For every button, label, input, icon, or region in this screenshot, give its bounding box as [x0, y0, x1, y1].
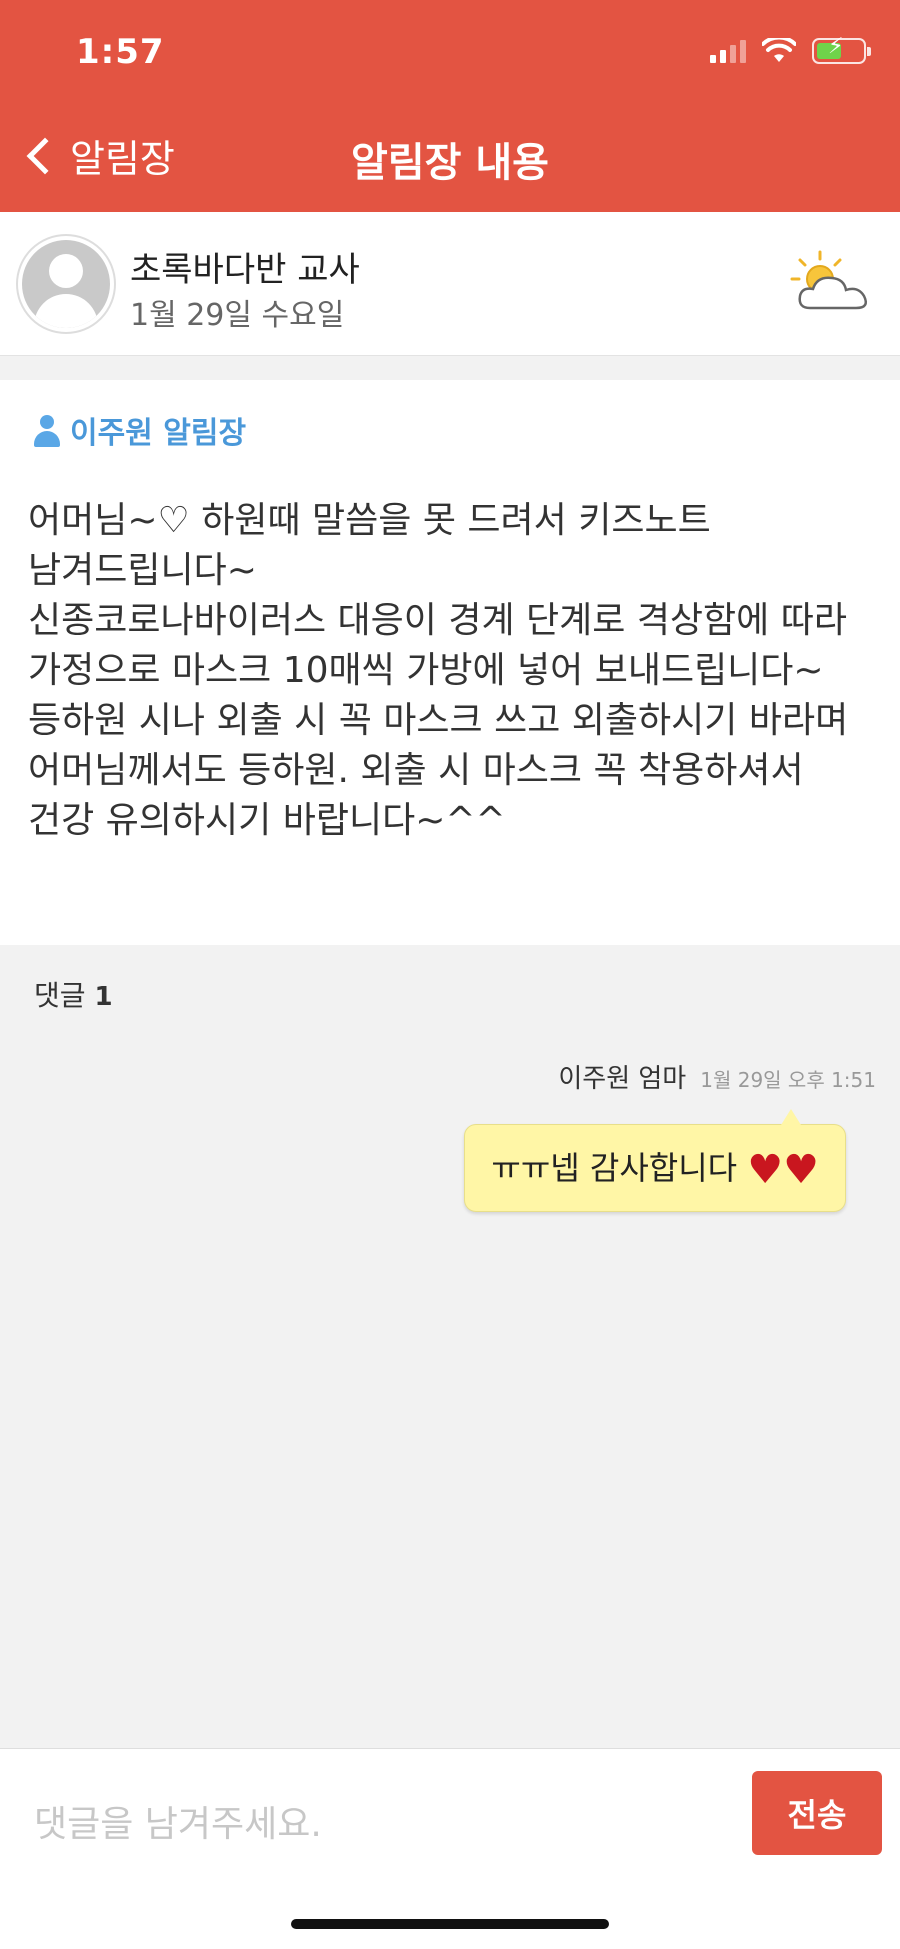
header-bar: 1:57 ⚡ 알림장 알림장 내용 [0, 0, 900, 212]
page-title: 알림장 내용 [351, 140, 549, 186]
heart-emoji-icon: ♥♥ [747, 1147, 819, 1193]
signal-icon [710, 39, 746, 63]
comment-meta: 이주원 엄마 1월 29일 오후 1:51 [558, 1058, 876, 1095]
home-indicator [291, 1919, 609, 1929]
status-icons: ⚡ [710, 34, 871, 64]
comments-label: 댓글 [34, 979, 86, 1012]
comment-input-bar: 전송 [0, 1748, 900, 1949]
notice-body: 어머님~♡ 하원때 말씀을 못 드려서 키즈노트 남겨드립니다~ 신종코로나바이… [28, 500, 849, 841]
notice-owner: 이주원 알림장 [32, 408, 246, 452]
comment-input[interactable] [34, 1789, 714, 1859]
comment-text: ㅠㅠ넵 감사합니다 [491, 1149, 748, 1187]
notice-date: 1월 29일 수요일 [130, 298, 345, 333]
teacher-name: 초록바다반 교사 [130, 250, 360, 290]
comment-time: 1월 29일 오후 1:51 [700, 1068, 876, 1092]
person-icon [32, 413, 62, 447]
status-time: 1:57 [76, 32, 165, 72]
wifi-icon [762, 38, 796, 62]
teacher-card: 초록바다반 교사 1월 29일 수요일 [0, 212, 900, 356]
comment-bubble[interactable]: ㅠㅠ넵 감사합니다 ♥♥ [464, 1109, 846, 1212]
comments-count: 1 [94, 982, 113, 1012]
notice-owner-label: 이주원 알림장 [70, 416, 247, 451]
comments-header: 댓글 1 [34, 974, 113, 1014]
partly-cloudy-icon [790, 250, 867, 310]
notice-content: 이주원 알림장 어머님~♡ 하원때 말씀을 못 드려서 키즈노트 남겨드립니다~… [0, 380, 900, 945]
battery-charging-icon: ⚡ [812, 34, 871, 64]
send-button[interactable]: 전송 [752, 1771, 882, 1855]
comment-author: 이주원 엄마 [558, 1064, 687, 1094]
avatar[interactable] [16, 234, 116, 334]
